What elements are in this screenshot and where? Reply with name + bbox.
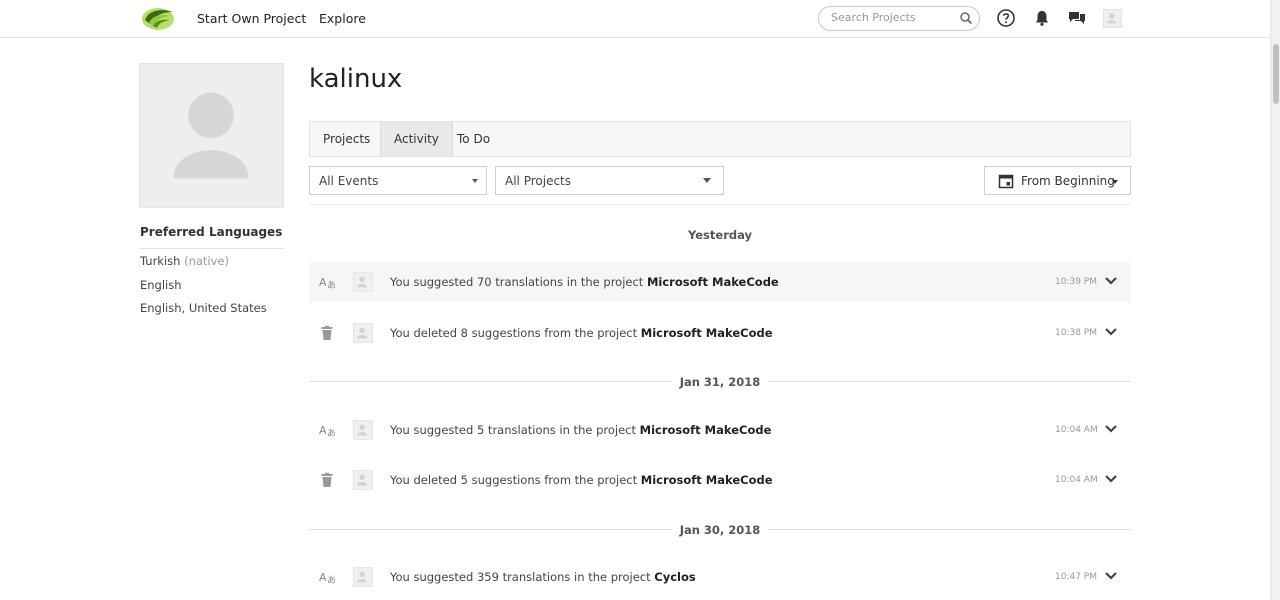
dropdown-caret-icon	[472, 179, 478, 183]
chevron-down-icon[interactable]	[1104, 570, 1118, 582]
user-avatar	[353, 420, 373, 440]
svg-text:A: A	[319, 424, 327, 437]
day-header: Jan 31, 2018	[0, 375, 1280, 389]
calendar-icon	[998, 174, 1014, 189]
svg-text:あ: あ	[327, 575, 335, 585]
day-header: Yesterday	[0, 228, 1280, 242]
language-item: English, United States	[140, 301, 267, 315]
language-name: English, United States	[140, 301, 267, 315]
search-input[interactable]	[831, 11, 959, 24]
user-placeholder-icon	[173, 92, 249, 179]
activity-text: You suggested 359 translations in the pr…	[390, 570, 696, 584]
activity-time: 10:47 PM	[1055, 572, 1097, 582]
divider	[139, 248, 284, 249]
page-scrollbar[interactable]	[1270, 0, 1280, 600]
tab-projects[interactable]: Projects	[310, 122, 383, 156]
language-item: English	[140, 278, 182, 292]
tab-todo[interactable]: To Do	[444, 122, 503, 156]
user-avatar-icon	[357, 327, 368, 339]
tab-activity[interactable]: Activity	[380, 122, 453, 156]
project-link[interactable]: Microsoft MakeCode	[641, 326, 773, 340]
activity-item[interactable]: You deleted 5 suggestions from the proje…	[309, 460, 1131, 500]
activity-time: 10:38 PM	[1055, 328, 1097, 338]
divider	[309, 204, 1131, 205]
user-avatar-icon	[357, 474, 368, 486]
user-avatar	[353, 567, 373, 587]
user-avatar	[353, 470, 373, 490]
user-avatar	[353, 323, 373, 343]
help-icon[interactable]	[996, 8, 1016, 28]
activity-text: You deleted 5 suggestions from the proje…	[390, 473, 773, 487]
search-box	[818, 6, 980, 31]
search-icon[interactable]	[959, 11, 973, 25]
user-avatar-icon	[357, 276, 368, 288]
activity-item[interactable]: You deleted 8 suggestions from the proje…	[309, 313, 1131, 353]
chevron-down-icon[interactable]	[1104, 473, 1118, 485]
day-header: Jan 30, 2018	[0, 523, 1280, 537]
start-own-project-link[interactable]: Start Own Project	[197, 11, 306, 26]
user-avatar-icon	[357, 571, 368, 583]
chevron-down-icon[interactable]	[1104, 423, 1118, 435]
svg-text:A: A	[319, 276, 327, 289]
page-title-username: kalinux	[309, 64, 403, 94]
explore-link[interactable]: Explore	[319, 11, 366, 26]
translate-icon: A あ	[319, 424, 335, 438]
user-avatar[interactable]	[1103, 9, 1122, 28]
language-name: Turkish	[140, 254, 181, 268]
chevron-down-icon[interactable]	[1104, 326, 1118, 338]
activity-item[interactable]: A あ You suggested 70 translations in the…	[309, 262, 1131, 302]
svg-text:A: A	[319, 571, 327, 584]
trash-icon	[321, 325, 333, 340]
svg-text:あ: あ	[327, 428, 335, 438]
activity-text: You suggested 70 translations in the pro…	[390, 275, 779, 289]
messages-icon[interactable]	[1067, 8, 1087, 28]
project-link[interactable]: Microsoft MakeCode	[641, 473, 773, 487]
user-avatar-icon	[357, 424, 368, 436]
projects-filter-value: All Projects	[505, 174, 571, 188]
dropdown-caret-icon	[1112, 180, 1118, 184]
activity-time: 10:04 AM	[1055, 475, 1098, 485]
logo-icon[interactable]	[140, 6, 176, 32]
profile-avatar	[139, 63, 284, 208]
dropdown-caret-icon	[703, 178, 711, 183]
top-navbar: Start Own Project Explore	[0, 0, 1280, 38]
user-avatar-icon	[1106, 13, 1117, 24]
trash-icon	[321, 472, 333, 487]
scrollbar-thumb[interactable]	[1273, 44, 1279, 104]
language-native-note: (native)	[184, 254, 229, 268]
activity-text: You deleted 8 suggestions from the proje…	[390, 326, 773, 340]
activity-time: 10:04 AM	[1055, 425, 1098, 435]
svg-text:あ: あ	[327, 280, 335, 290]
language-name: English	[140, 278, 182, 292]
translate-icon: A あ	[319, 571, 335, 585]
project-link[interactable]: Microsoft MakeCode	[640, 423, 772, 437]
translate-icon: A あ	[319, 276, 335, 290]
project-link[interactable]: Microsoft MakeCode	[647, 275, 779, 289]
activity-time: 10:39 PM	[1055, 277, 1097, 287]
notifications-bell-icon[interactable]	[1032, 8, 1052, 28]
projects-filter-select[interactable]: All Projects	[495, 166, 724, 195]
chevron-down-icon[interactable]	[1104, 275, 1118, 287]
date-range-label: From Beginning	[1021, 174, 1115, 188]
language-item: Turkish (native)	[140, 254, 229, 268]
date-range-button[interactable]: From Beginning	[984, 166, 1131, 195]
activity-text: You suggested 5 translations in the proj…	[390, 423, 772, 437]
user-avatar	[353, 272, 373, 292]
activity-item[interactable]: A あ You suggested 5 translations in the …	[309, 410, 1131, 450]
activity-item[interactable]: A あ You suggested 359 translations in th…	[309, 557, 1131, 597]
events-filter-select[interactable]: All Events	[309, 166, 487, 195]
project-link[interactable]: Cyclos	[654, 570, 695, 584]
events-filter-value: All Events	[319, 174, 379, 188]
profile-tabs: Projects Activity To Do	[309, 121, 1131, 157]
